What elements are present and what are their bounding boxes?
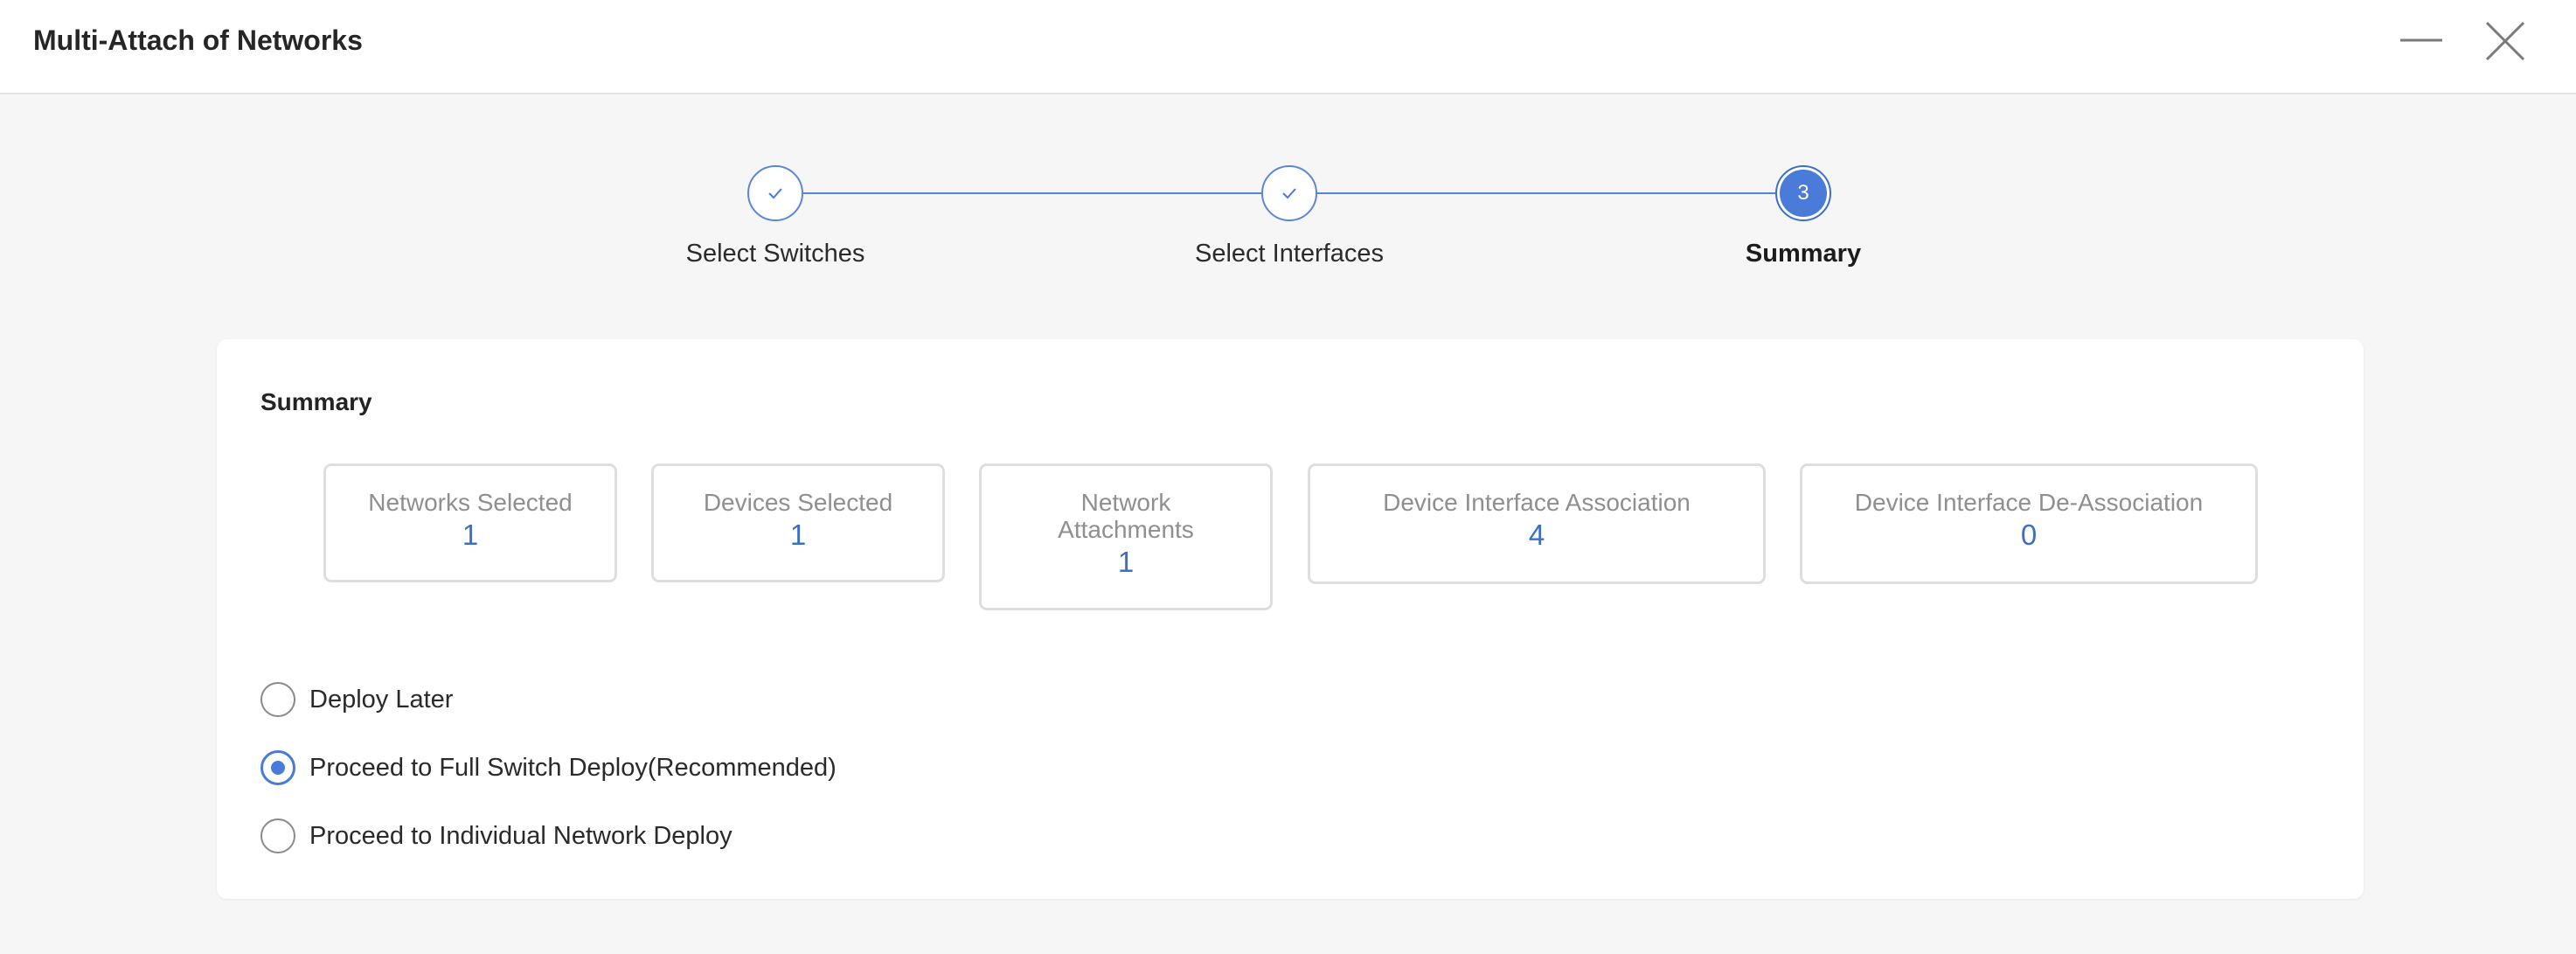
dialog-title: Multi-Attach of Networks [33, 24, 363, 56]
stat-label: Device Interface De-Association [1854, 489, 2204, 516]
stat-networks-selected: Networks Selected 1 [323, 463, 617, 582]
radio-label: Deploy Later [309, 685, 454, 714]
stat-value: 1 [1117, 546, 1135, 578]
deploy-later-option[interactable]: Deploy Later [260, 680, 453, 719]
step-1-indicator[interactable] [747, 165, 803, 221]
summary-title: Summary [260, 388, 372, 415]
radio-label: Proceed to Full Switch Deploy(Recommende… [309, 753, 837, 782]
step-1-label: Select Switches [685, 240, 865, 268]
step-connector [1317, 192, 1777, 194]
wizard-stepper: Select Switches Select Interfaces 3 Summ… [0, 94, 2576, 296]
stat-device-interface-deassociation: Device Interface De-Association 0 [1800, 463, 2258, 584]
step-3-indicator[interactable]: 3 [1775, 165, 1831, 221]
full-switch-deploy-option[interactable]: Proceed to Full Switch Deploy(Recommende… [260, 749, 837, 787]
dialog-header: Multi-Attach of Networks [0, 0, 2576, 94]
minimize-icon [2400, 38, 2442, 42]
summary-card: Summary Networks Selected 1 Devices Sele… [217, 339, 2364, 899]
stat-value: 1 [462, 519, 479, 551]
close-icon [2485, 21, 2525, 61]
stat-label: Networks Selected [368, 489, 573, 516]
stat-value: 1 [789, 519, 807, 551]
stat-device-interface-association: Device Interface Association 4 [1308, 463, 1766, 584]
step-3-label: Summary [1745, 240, 1862, 268]
check-icon [1282, 188, 1296, 199]
stat-label: Network Attachments [1058, 489, 1194, 543]
step-2-label: Select Interfaces [1195, 240, 1384, 268]
close-button[interactable] [2481, 17, 2530, 66]
stat-network-attachments: Network Attachments 1 [979, 463, 1273, 610]
full-switch-deploy-radio[interactable] [260, 750, 295, 785]
step-connector [803, 192, 1263, 194]
stat-label: Devices Selected [703, 489, 893, 516]
stat-label: Device Interface Association [1383, 489, 1691, 516]
individual-network-deploy-radio[interactable] [260, 818, 295, 853]
stat-value: 0 [2020, 519, 2038, 551]
individual-network-deploy-option[interactable]: Proceed to Individual Network Deploy [260, 817, 733, 855]
minimize-button[interactable] [2397, 17, 2446, 66]
stat-value: 4 [1528, 519, 1545, 551]
step-3-number: 3 [1780, 170, 1827, 217]
deploy-later-radio[interactable] [260, 682, 295, 717]
radio-selected-dot [271, 761, 285, 775]
stat-devices-selected: Devices Selected 1 [651, 463, 945, 582]
radio-label: Proceed to Individual Network Deploy [309, 821, 733, 850]
step-2-indicator[interactable] [1261, 165, 1317, 221]
check-icon [768, 188, 782, 199]
